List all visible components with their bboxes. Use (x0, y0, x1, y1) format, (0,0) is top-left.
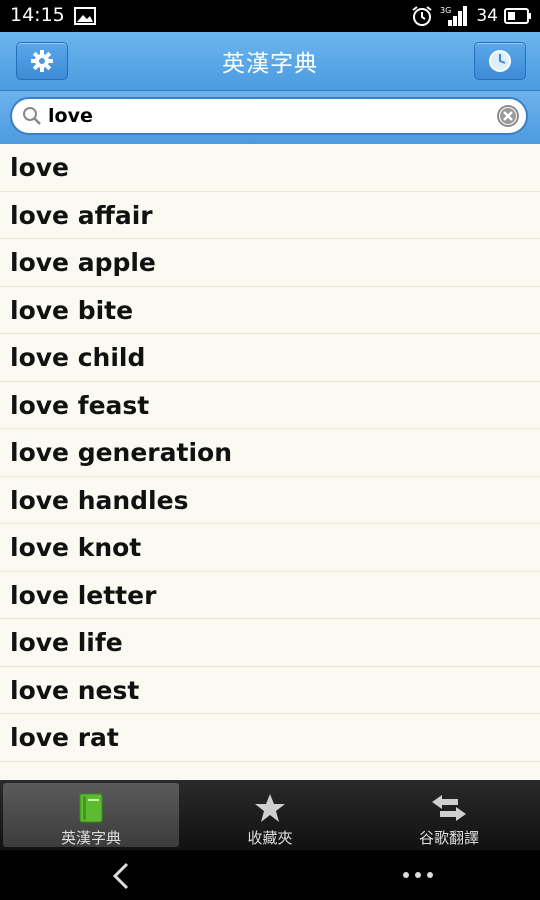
star-icon (255, 794, 285, 822)
status-time: 14:15 (10, 4, 65, 26)
search-bar (0, 91, 540, 144)
clock-icon (489, 50, 511, 72)
search-input[interactable] (48, 103, 488, 129)
tab-label: 英漢字典 (60, 829, 121, 847)
list-item[interactable]: love bite (0, 287, 540, 334)
bottom-tab-bar: 英漢字典 收藏夾 谷歌翻譯 (0, 780, 540, 850)
tab-label: 谷歌翻譯 (418, 829, 479, 847)
list-item[interactable]: love handles (0, 477, 540, 524)
list-item[interactable]: love nest (0, 667, 540, 714)
list-item[interactable]: love (0, 144, 540, 192)
tab-dictionary[interactable]: 英漢字典 (3, 783, 179, 847)
results-list: love love affair love apple love bite lo… (0, 144, 540, 780)
list-item[interactable]: love rat (0, 714, 540, 762)
battery-level: 34 (476, 6, 498, 26)
back-icon[interactable] (110, 862, 134, 890)
gallery-notification-icon (74, 7, 96, 25)
history-button[interactable] (474, 42, 526, 80)
list-item[interactable]: love life (0, 619, 540, 667)
book-icon (79, 793, 103, 823)
menu-dots-icon[interactable] (402, 870, 434, 880)
battery-icon (504, 8, 531, 24)
status-bar: 14:15 3G 34 (0, 0, 540, 32)
list-item[interactable]: love feast (0, 382, 540, 429)
status-right: 3G 34 (410, 4, 532, 28)
list-item[interactable]: love child (0, 334, 540, 382)
tab-favorites[interactable]: 收藏夾 (182, 783, 358, 847)
clear-icon[interactable] (496, 104, 520, 128)
search-box (10, 97, 528, 135)
signal-icon: 3G (440, 6, 468, 26)
search-icon (23, 107, 41, 125)
list-item[interactable]: love letter (0, 572, 540, 619)
system-nav-bar (0, 850, 540, 900)
network-type: 3G (440, 6, 451, 15)
tab-label: 收藏夾 (247, 829, 293, 847)
list-item[interactable]: love apple (0, 239, 540, 287)
app-header: 英漢字典 (0, 32, 540, 91)
list-item[interactable]: love knot (0, 524, 540, 572)
tab-google-translate[interactable]: 谷歌翻譯 (361, 783, 537, 847)
alarm-icon (412, 6, 432, 26)
list-item[interactable]: love generation (0, 429, 540, 477)
list-item[interactable]: love affair (0, 192, 540, 239)
app-title: 英漢字典 (222, 51, 318, 77)
swap-arrows-icon (432, 795, 466, 821)
